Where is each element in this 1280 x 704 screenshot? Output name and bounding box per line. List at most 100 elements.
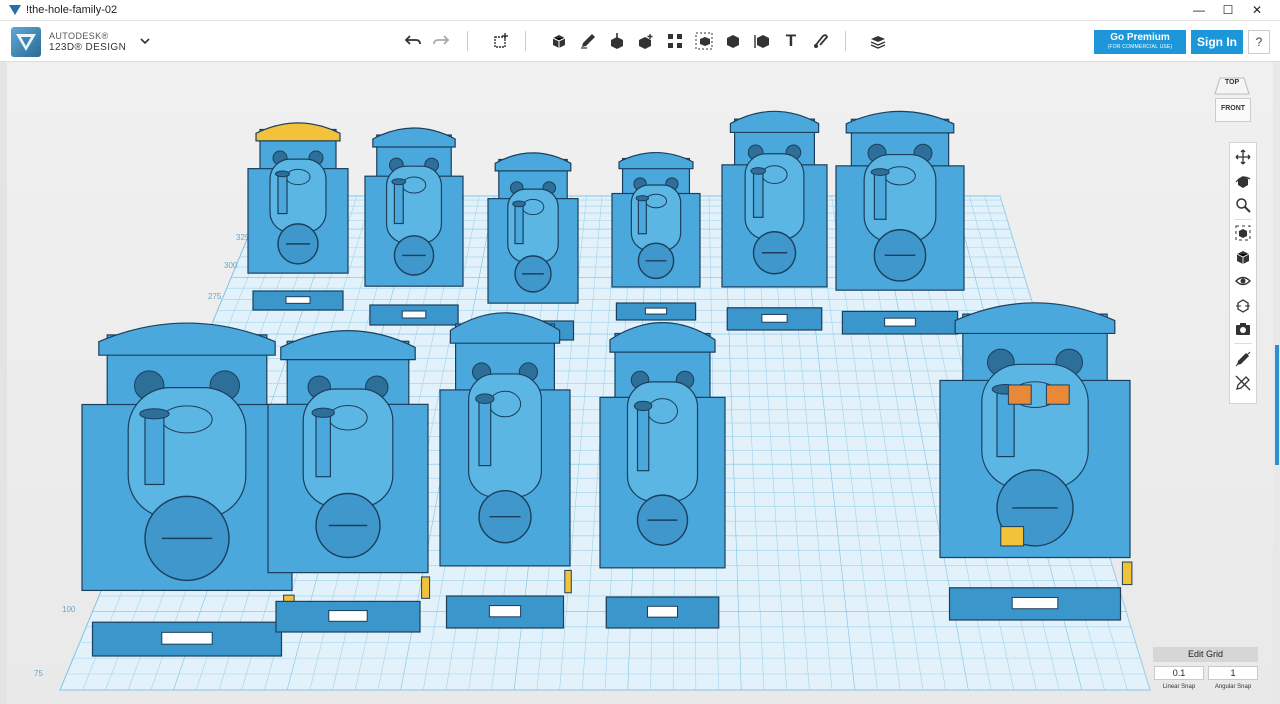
coupling-slot [161, 631, 213, 645]
chimney-top [391, 178, 407, 186]
steam-dome [488, 390, 522, 418]
right-edge-scroll [1273, 62, 1280, 704]
123d-logo-icon [16, 34, 36, 51]
material-button[interactable] [867, 30, 889, 52]
help-button[interactable]: ? [1248, 30, 1270, 54]
pan-icon [1235, 149, 1251, 165]
locomotive-roof [372, 127, 456, 148]
window-title: !the-hole-family-02 [26, 4, 118, 16]
viewcube-top[interactable]: TOP [1212, 76, 1252, 95]
primitives-button[interactable] [548, 30, 570, 52]
pattern-icon [668, 34, 682, 48]
modify-button[interactable] [635, 30, 657, 52]
coupling-slot [488, 605, 522, 618]
fit-button[interactable] [1233, 223, 1253, 243]
fit-icon [1235, 225, 1251, 241]
orbit-button[interactable] [1233, 171, 1253, 191]
construct-button[interactable] [606, 30, 628, 52]
orbit-icon [1235, 176, 1251, 188]
construct-icon [611, 33, 623, 49]
transform-button[interactable] [490, 30, 512, 52]
coupling-slot [761, 313, 788, 323]
coupling-slot [328, 610, 368, 622]
steam-dome [161, 405, 213, 434]
combine-button[interactable] [722, 30, 744, 52]
chimney [637, 197, 647, 235]
scroll-indicator[interactable] [1275, 345, 1279, 465]
steam-dome [644, 193, 668, 209]
brand-product: 123D® DESIGN [49, 42, 127, 53]
buffer [1000, 526, 1025, 547]
coupling-slot [644, 307, 668, 315]
hide-sketch-button[interactable] [1233, 373, 1253, 393]
angular-snap-input[interactable]: 1 [1208, 666, 1258, 680]
steam-dome [521, 198, 545, 216]
redo-icon [433, 35, 450, 45]
locomotive-roof [494, 152, 572, 172]
text-icon: T [785, 31, 797, 50]
viewcube-front-label: FRONT [1220, 105, 1246, 112]
chimney-top [275, 170, 290, 178]
locomotive-roof [729, 110, 820, 134]
combine-icon [727, 35, 739, 48]
linear-snap-label: Linear Snap [1162, 684, 1196, 690]
chimney [315, 412, 331, 478]
chimney-top [512, 200, 526, 208]
edit-grid-button[interactable]: Edit Grid [1153, 647, 1258, 662]
buffer [421, 576, 431, 599]
pattern-button[interactable] [664, 30, 686, 52]
3d-viewport[interactable]: 375 350 325 300 275 100 75 [7, 62, 1273, 704]
grid-label: 100 [62, 605, 76, 614]
redo-button[interactable] [430, 30, 452, 52]
sign-in-button[interactable]: Sign In [1191, 30, 1243, 54]
title-bar: !the-hole-family-02 — ☐ ✕ [0, 0, 1280, 21]
viewcube-front[interactable]: FRONT [1215, 98, 1251, 122]
zoom-button[interactable] [1233, 195, 1253, 215]
chimney [514, 203, 524, 245]
chimney-top [311, 407, 335, 418]
modify-icon [639, 34, 653, 49]
maximize-button[interactable]: ☐ [1212, 0, 1244, 20]
undo-button[interactable] [402, 30, 424, 52]
main-toolbar: AUTODESK® 123D® DESIGN T Go Premium (FOR… [0, 21, 1280, 62]
minimize-button[interactable]: — [1183, 0, 1215, 20]
undo-icon [404, 35, 421, 45]
visibility-button[interactable] [1233, 271, 1253, 291]
buffer [564, 569, 572, 594]
sketch-button[interactable] [577, 30, 599, 52]
text-tool-button[interactable]: T [780, 30, 802, 52]
pan-button[interactable] [1233, 147, 1253, 167]
scene-canvas[interactable]: 375 350 325 300 275 100 75 [7, 62, 1273, 704]
navigation-bar [1229, 142, 1257, 404]
materials-outline-button[interactable] [1233, 295, 1253, 315]
linear-snap-input[interactable]: 0.1 [1154, 666, 1204, 680]
primitives-icon [552, 35, 566, 48]
chimney [277, 173, 288, 215]
grouping-button[interactable] [693, 30, 715, 52]
grouping-icon [695, 32, 713, 50]
chimney-top [750, 167, 767, 175]
grid-label: 300 [224, 261, 238, 270]
go-premium-button[interactable]: Go Premium (FOR COMMERCIAL USE) [1094, 30, 1186, 54]
viewcube-top-label: TOP [1224, 79, 1240, 86]
visibility-icon [1235, 276, 1251, 286]
snap-button[interactable] [809, 30, 831, 52]
app-menu-logo[interactable] [11, 27, 41, 57]
locomotive-roof [255, 122, 341, 142]
grid-label: 275 [208, 292, 222, 301]
zoom-icon [1236, 198, 1251, 213]
close-button[interactable]: ✕ [1241, 0, 1273, 20]
screenshot-icon [1236, 323, 1250, 335]
left-edge [0, 62, 7, 704]
view-button[interactable] [1233, 247, 1253, 267]
steam-dome [884, 166, 916, 186]
sandbox [1007, 384, 1032, 405]
coupling-slot [1011, 596, 1059, 610]
show-sketch-button[interactable] [1233, 349, 1253, 369]
chevron-down-icon[interactable] [139, 35, 151, 47]
screenshot-button[interactable] [1233, 319, 1253, 339]
show-hide-sketch-icon [1235, 351, 1251, 367]
chimney [636, 405, 650, 472]
measure-button[interactable] [751, 30, 773, 52]
brand-company: AUTODESK® [49, 31, 109, 41]
